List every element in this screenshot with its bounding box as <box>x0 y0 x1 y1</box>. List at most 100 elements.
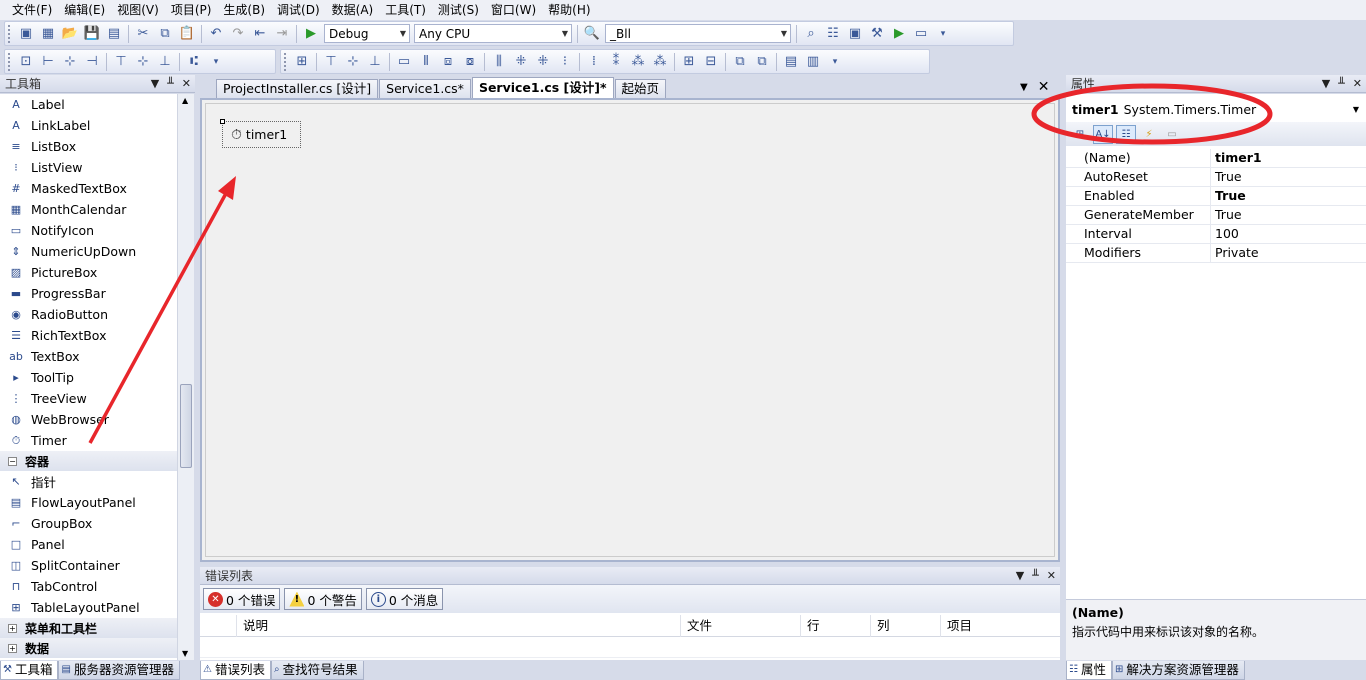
selection-handle[interactable] <box>220 119 225 124</box>
navigate-forward-icon[interactable]: ⇥ <box>273 25 291 43</box>
open-file-icon[interactable]: 📂 <box>61 25 79 43</box>
toolbox-item-treeview[interactable]: ⋮ TreeView <box>0 388 177 409</box>
events-icon[interactable]: ⚡ <box>1139 125 1159 144</box>
toolbox-item-linklabel[interactable]: A LinkLabel <box>0 115 177 136</box>
toolbox-scrollbar[interactable]: ▲ ▼ <box>177 94 194 660</box>
column-col[interactable]: 列 <box>870 615 940 637</box>
align-center-icon[interactable]: ⊹ <box>61 53 79 71</box>
toolbox-item-splitcontainer[interactable]: ◫ SplitContainer <box>0 555 177 576</box>
object-browser-icon[interactable]: ▣ <box>846 25 864 43</box>
toolbox-category-containers[interactable]: − 容器 <box>0 451 177 471</box>
expand-icon[interactable]: + <box>8 643 17 653</box>
redo-icon[interactable]: ↷ <box>229 25 247 43</box>
find-combo[interactable]: _Bll ▼ <box>605 24 791 43</box>
pin-icon[interactable]: ╨ <box>167 75 174 93</box>
center-form-v-icon[interactable]: ⊟ <box>702 53 720 71</box>
dropdown-icon[interactable]: ▼ <box>1016 567 1024 585</box>
toolbox-item-notifyicon[interactable]: ▭ NotifyIcon <box>0 220 177 241</box>
send-back-icon[interactable]: ⁂ <box>651 53 669 71</box>
alphabetical-icon[interactable]: A↓ <box>1093 124 1113 144</box>
property-value[interactable]: Private <box>1211 244 1366 262</box>
tab-list-dropdown-icon[interactable]: ▼ <box>1020 82 1028 93</box>
categorized-icon[interactable]: ⊞ <box>1070 125 1090 144</box>
property-row[interactable]: Enabled True <box>1066 187 1366 206</box>
scrollbar-thumb[interactable] <box>180 384 192 468</box>
object-selector-dropdown[interactable]: timer1 System.Timers.Timer ▼ <box>1068 97 1364 121</box>
align-to-grid-icon[interactable]: ⊞ <box>293 53 311 71</box>
errors-filter-button[interactable]: ✕ 0 个错误 <box>203 588 281 610</box>
horizontal-spacing-increase-icon[interactable]: ⧈ <box>439 53 457 71</box>
toolbar-options-icon[interactable]: ▾ <box>934 25 952 43</box>
platform-dropdown[interactable]: Any CPU ▼ <box>414 24 572 43</box>
find-in-files-icon[interactable]: 🔍 <box>583 25 601 43</box>
make-same-width-icon[interactable]: ⊤ <box>322 53 340 71</box>
align-grid-icon[interactable]: ⊡ <box>17 53 35 71</box>
vertical-spacing-decrease-icon[interactable]: ⁜ <box>534 53 552 71</box>
center-vertically-icon[interactable]: ⁑ <box>607 53 625 71</box>
toolbar-gripper[interactable] <box>284 52 288 71</box>
vertical-spacing-equal-icon[interactable]: ⫼ <box>490 53 508 71</box>
dropdown-icon[interactable]: ▼ <box>151 75 159 93</box>
menu-view[interactable]: 视图(V) <box>111 0 165 20</box>
close-icon[interactable]: ✕ <box>1047 567 1056 585</box>
tab-order-icon[interactable]: ⑆ <box>185 53 203 71</box>
property-value[interactable]: True <box>1211 187 1366 205</box>
column-file[interactable]: 文件 <box>680 615 800 637</box>
toolbox-category-menus[interactable]: + 菜单和工具栏 <box>0 618 177 638</box>
toolbox-item-richtextbox[interactable]: ☰ RichTextBox <box>0 325 177 346</box>
toolbox-item-flowlayoutpanel[interactable]: ▤ FlowLayoutPanel <box>0 492 177 513</box>
tab-toolbox[interactable]: ⚒ 工具箱 <box>0 661 59 680</box>
save-all-icon[interactable]: ▤ <box>105 25 123 43</box>
menu-edit[interactable]: 编辑(E) <box>58 0 111 20</box>
toolbox-item-textbox[interactable]: ab TextBox <box>0 346 177 367</box>
tab-solution-explorer[interactable]: ⊞ 解决方案资源管理器 <box>1111 661 1245 680</box>
toolbar-options-icon[interactable]: ▾ <box>207 53 225 71</box>
make-same-size-icon[interactable]: ⊥ <box>366 53 384 71</box>
property-value[interactable]: True <box>1211 168 1366 186</box>
toolbox-item-webbrowser[interactable]: ◍ WebBrowser <box>0 409 177 430</box>
tab-projectinstaller-design[interactable]: ProjectInstaller.cs [设计] <box>216 79 379 98</box>
scroll-down-icon[interactable]: ▼ <box>182 649 188 658</box>
dropdown-icon[interactable]: ▼ <box>1322 75 1330 93</box>
menu-project[interactable]: 项目(P) <box>165 0 218 20</box>
toolbox-item-label[interactable]: A Label <box>0 94 177 115</box>
property-row[interactable]: GenerateMember True <box>1066 206 1366 225</box>
size-to-grid-icon[interactable]: ▭ <box>395 53 413 71</box>
warnings-filter-button[interactable]: ! 0 个警告 <box>284 588 362 610</box>
horizontal-spacing-equal-icon[interactable]: ⫴ <box>417 53 435 71</box>
align-right-icon[interactable]: ⊣ <box>83 53 101 71</box>
toolbar-options-icon[interactable]: ▾ <box>826 53 844 71</box>
tab-start-page[interactable]: 起始页 <box>614 79 667 98</box>
column-project[interactable]: 项目 <box>940 615 1060 637</box>
column-description[interactable]: 说明 <box>236 615 680 637</box>
toolbox-item-panel[interactable]: □ Panel <box>0 534 177 555</box>
property-row[interactable]: Modifiers Private <box>1066 244 1366 263</box>
add-item-icon[interactable]: ▦ <box>39 25 57 43</box>
properties-view-icon[interactable]: ☷ <box>1116 124 1136 144</box>
toolbox-item-picturebox[interactable]: ▨ PictureBox <box>0 262 177 283</box>
toolbar-gripper[interactable] <box>8 24 12 43</box>
component-designer[interactable]: ⏱ timer1 <box>200 98 1060 562</box>
property-value[interactable]: 100 <box>1211 225 1366 243</box>
align-middle-icon[interactable]: ⊹ <box>134 53 152 71</box>
menu-build[interactable]: 生成(B) <box>217 0 271 20</box>
toolbox-item-maskedtextbox[interactable]: # MaskedTextBox <box>0 178 177 199</box>
toolbox-item-tabcontrol[interactable]: ⊓ TabControl <box>0 576 177 597</box>
toolbox-item-listbox[interactable]: ≡ ListBox <box>0 136 177 157</box>
close-icon[interactable]: ✕ <box>1353 75 1362 93</box>
collapse-icon[interactable]: − <box>8 456 17 466</box>
vertical-spacing-remove-icon[interactable]: ⁝ <box>556 53 574 71</box>
align-left-icon[interactable]: ⊢ <box>39 53 57 71</box>
menu-window[interactable]: 窗口(W) <box>485 0 542 20</box>
tab-server-explorer[interactable]: ▤ 服务器资源管理器 <box>58 661 180 680</box>
toolbox-item-tooltip[interactable]: ▸ ToolTip <box>0 367 177 388</box>
menu-data[interactable]: 数据(A) <box>326 0 380 20</box>
align-bottom-icon[interactable]: ⊥ <box>156 53 174 71</box>
property-value[interactable]: True <box>1211 206 1366 224</box>
center-horizontally-icon[interactable]: ⁞ <box>585 53 603 71</box>
toolbar-gripper[interactable] <box>8 52 12 71</box>
command-window-icon[interactable]: ▭ <box>912 25 930 43</box>
tab-service1-code[interactable]: Service1.cs* <box>379 79 471 98</box>
designer-surface[interactable]: ⏱ timer1 <box>205 103 1055 557</box>
copy-icon[interactable]: ⧉ <box>156 25 174 43</box>
